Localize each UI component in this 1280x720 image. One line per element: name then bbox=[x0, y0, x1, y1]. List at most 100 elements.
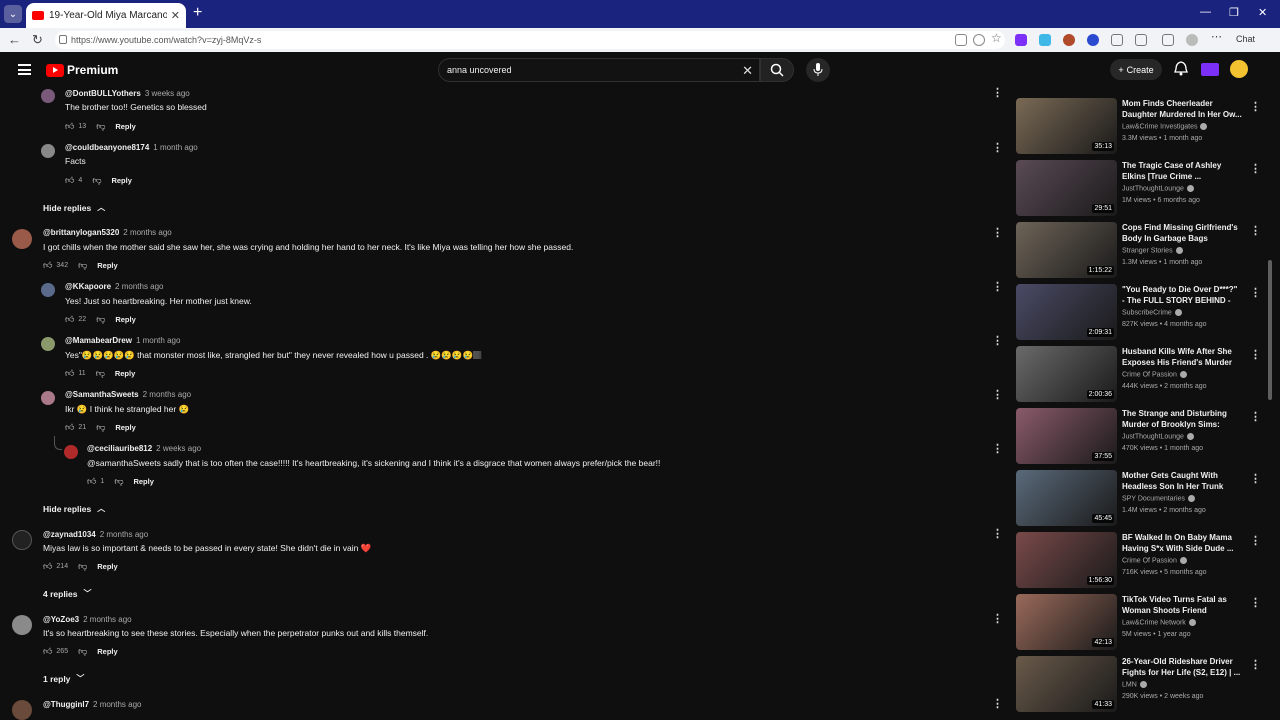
comment-author[interactable]: @couldbeanyone8174 1 month ago bbox=[65, 143, 198, 152]
avatar[interactable] bbox=[12, 615, 32, 635]
hamburger-menu-icon[interactable] bbox=[18, 64, 31, 75]
video-title[interactable]: Cops Find Missing Girlfriend's Body In G… bbox=[1122, 222, 1242, 244]
avatar[interactable] bbox=[41, 337, 55, 351]
avatar[interactable] bbox=[12, 229, 32, 249]
reply-button[interactable]: Reply bbox=[115, 369, 135, 378]
youtube-logo[interactable]: Premium bbox=[46, 63, 118, 77]
comment-author[interactable]: @brittanylogan5320 2 months ago bbox=[43, 228, 172, 237]
video-menu-icon[interactable]: ⋮ bbox=[1250, 534, 1261, 547]
avatar[interactable] bbox=[12, 530, 32, 550]
hide-replies-button[interactable]: Hide replies ︿ bbox=[43, 202, 105, 213]
search-input[interactable]: anna uncovered ✕ bbox=[438, 58, 760, 82]
back-icon[interactable]: ← bbox=[8, 32, 21, 47]
reply-button[interactable]: Reply bbox=[111, 176, 131, 185]
video-menu-icon[interactable]: ⋮ bbox=[1250, 348, 1261, 361]
video-card[interactable]: 45:45 Mother Gets Caught With Headless So… bbox=[1014, 470, 1264, 528]
video-card[interactable]: 1:15:22 Cops Find Missing Girlfriend's Bo… bbox=[1014, 222, 1264, 280]
split-screen-icon[interactable] bbox=[1135, 34, 1147, 46]
comment-author[interactable]: @SamanthaSweets 2 months ago bbox=[65, 390, 191, 399]
extension-icon[interactable] bbox=[1087, 34, 1099, 46]
scrollbar[interactable] bbox=[1268, 260, 1272, 400]
copilot-chat-button[interactable]: Chat bbox=[1236, 34, 1255, 44]
comment-menu-icon[interactable]: ⋮ bbox=[992, 614, 1003, 625]
like-icon[interactable]: 👍︎ bbox=[43, 260, 52, 271]
reply-button[interactable]: Reply bbox=[115, 122, 135, 131]
video-thumbnail[interactable]: 29:51 bbox=[1016, 160, 1117, 216]
video-card[interactable]: 41:33 26-Year-Old Rideshare Driver Fights… bbox=[1014, 656, 1264, 714]
video-thumbnail[interactable]: 35:13 bbox=[1016, 98, 1117, 154]
create-button[interactable]: + Create bbox=[1110, 59, 1162, 80]
video-title[interactable]: The Strange and Disturbing Murder of Bro… bbox=[1122, 408, 1242, 430]
video-thumbnail[interactable]: 1:56:30 bbox=[1016, 532, 1117, 588]
video-menu-icon[interactable]: ⋮ bbox=[1250, 162, 1261, 175]
comment-menu-icon[interactable]: ⋮ bbox=[992, 88, 1003, 99]
dislike-icon[interactable]: 👎︎ bbox=[96, 422, 105, 433]
video-card[interactable]: 42:13 TikTok Video Turns Fatal as Woman S… bbox=[1014, 594, 1264, 652]
reply-button[interactable]: Reply bbox=[115, 423, 135, 432]
video-channel[interactable]: JustThoughtLounge bbox=[1122, 433, 1194, 440]
comment-menu-icon[interactable]: ⋮ bbox=[992, 699, 1003, 710]
video-thumbnail[interactable]: 45:45 bbox=[1016, 470, 1117, 526]
new-tab-button[interactable]: + bbox=[193, 4, 202, 22]
video-channel[interactable]: LMN bbox=[1122, 681, 1147, 688]
video-title[interactable]: Husband Kills Wife After She Exposes His… bbox=[1122, 346, 1242, 368]
dislike-icon[interactable]: 👎︎ bbox=[92, 175, 101, 186]
profile-icon[interactable] bbox=[1186, 34, 1198, 46]
like-icon[interactable]: 👍︎ bbox=[65, 175, 74, 186]
video-title[interactable]: The Tragic Case of Ashley Elkins [True C… bbox=[1122, 160, 1242, 182]
avatar[interactable] bbox=[41, 144, 55, 158]
video-channel[interactable]: Crime Of Passion bbox=[1122, 557, 1187, 564]
browser-tab-active[interactable]: 19-Year-Old Miya Marcano's Disap ✕ bbox=[26, 3, 186, 28]
video-menu-icon[interactable]: ⋮ bbox=[1250, 410, 1261, 423]
avatar[interactable] bbox=[64, 445, 78, 459]
comment-author[interactable]: @DontBULLYothers 3 weeks ago bbox=[65, 89, 190, 98]
comment-author[interactable]: @KKapoore 2 months ago bbox=[65, 282, 164, 291]
avatar[interactable] bbox=[41, 283, 55, 297]
video-card[interactable]: 1:56:30 BF Walked In On Baby Mama Having … bbox=[1014, 532, 1264, 590]
zoom-icon[interactable] bbox=[973, 34, 985, 46]
favorite-star-icon[interactable]: ☆ bbox=[991, 31, 1003, 45]
video-menu-icon[interactable]: ⋮ bbox=[1250, 472, 1261, 485]
video-thumbnail[interactable]: 1:15:22 bbox=[1016, 222, 1117, 278]
video-title[interactable]: Mom Finds Cheerleader Daughter Murdered … bbox=[1122, 98, 1242, 120]
video-menu-icon[interactable]: ⋮ bbox=[1250, 596, 1261, 609]
video-thumbnail[interactable]: 2:00:36 bbox=[1016, 346, 1117, 402]
favorites-icon[interactable] bbox=[1162, 34, 1174, 46]
refresh-icon[interactable]: ↻ bbox=[32, 32, 43, 48]
video-title[interactable]: BF Walked In On Baby Mama Having S*x Wit… bbox=[1122, 532, 1242, 554]
comment-author[interactable]: @MamabearDrew 1 month ago bbox=[65, 336, 180, 345]
like-icon[interactable]: 👍︎ bbox=[65, 314, 74, 325]
video-card[interactable]: 35:13 Mom Finds Cheerleader Daughter Murd… bbox=[1014, 98, 1264, 156]
like-icon[interactable]: 👍︎ bbox=[65, 121, 74, 132]
dislike-icon[interactable]: 👎︎ bbox=[96, 121, 105, 132]
hide-replies-button[interactable]: Hide replies ︿ bbox=[43, 503, 105, 514]
comment-menu-icon[interactable]: ⋮ bbox=[992, 228, 1003, 239]
avatar[interactable] bbox=[12, 700, 32, 720]
video-menu-icon[interactable]: ⋮ bbox=[1250, 658, 1261, 671]
minimize-icon[interactable]: — bbox=[1200, 6, 1211, 18]
dislike-icon[interactable]: 👎︎ bbox=[96, 368, 105, 379]
video-title[interactable]: "You Ready to Die Over D***?" - The FULL… bbox=[1122, 284, 1242, 306]
dislike-icon[interactable]: 👎︎ bbox=[114, 476, 123, 487]
video-channel[interactable]: Crime Of Passion bbox=[1122, 371, 1187, 378]
like-icon[interactable]: 👍︎ bbox=[43, 561, 52, 572]
dislike-icon[interactable]: 👎︎ bbox=[78, 260, 87, 271]
comment-menu-icon[interactable]: ⋮ bbox=[992, 282, 1003, 293]
comment-menu-icon[interactable]: ⋮ bbox=[992, 529, 1003, 540]
video-title[interactable]: TikTok Video Turns Fatal as Woman Shoots… bbox=[1122, 594, 1242, 616]
comment-author[interactable]: @ceciliauribe812 2 weeks ago bbox=[87, 444, 201, 453]
like-icon[interactable]: 👍︎ bbox=[65, 368, 74, 379]
video-channel[interactable]: JustThoughtLounge bbox=[1122, 185, 1194, 192]
reply-button[interactable]: Reply bbox=[97, 261, 117, 270]
tab-actions-button[interactable]: ⌄ bbox=[4, 5, 22, 23]
like-icon[interactable]: 👍︎ bbox=[43, 646, 52, 657]
video-card[interactable]: 37:55 The Strange and Disturbing Murder o… bbox=[1014, 408, 1264, 466]
extensions-puzzle-icon[interactable] bbox=[1111, 34, 1123, 46]
tab-close-icon[interactable]: ✕ bbox=[171, 9, 180, 22]
video-card[interactable]: 2:00:36 Husband Kills Wife After She Expo… bbox=[1014, 346, 1264, 404]
notifications-bell-icon[interactable] bbox=[1174, 61, 1188, 76]
video-title[interactable]: 26-Year-Old Rideshare Driver Fights for … bbox=[1122, 656, 1242, 678]
comment-author[interactable]: @Thugginl7 2 months ago bbox=[43, 700, 142, 709]
video-title[interactable]: Mother Gets Caught With Headless Son In … bbox=[1122, 470, 1242, 492]
like-icon[interactable]: 👍︎ bbox=[87, 476, 96, 487]
